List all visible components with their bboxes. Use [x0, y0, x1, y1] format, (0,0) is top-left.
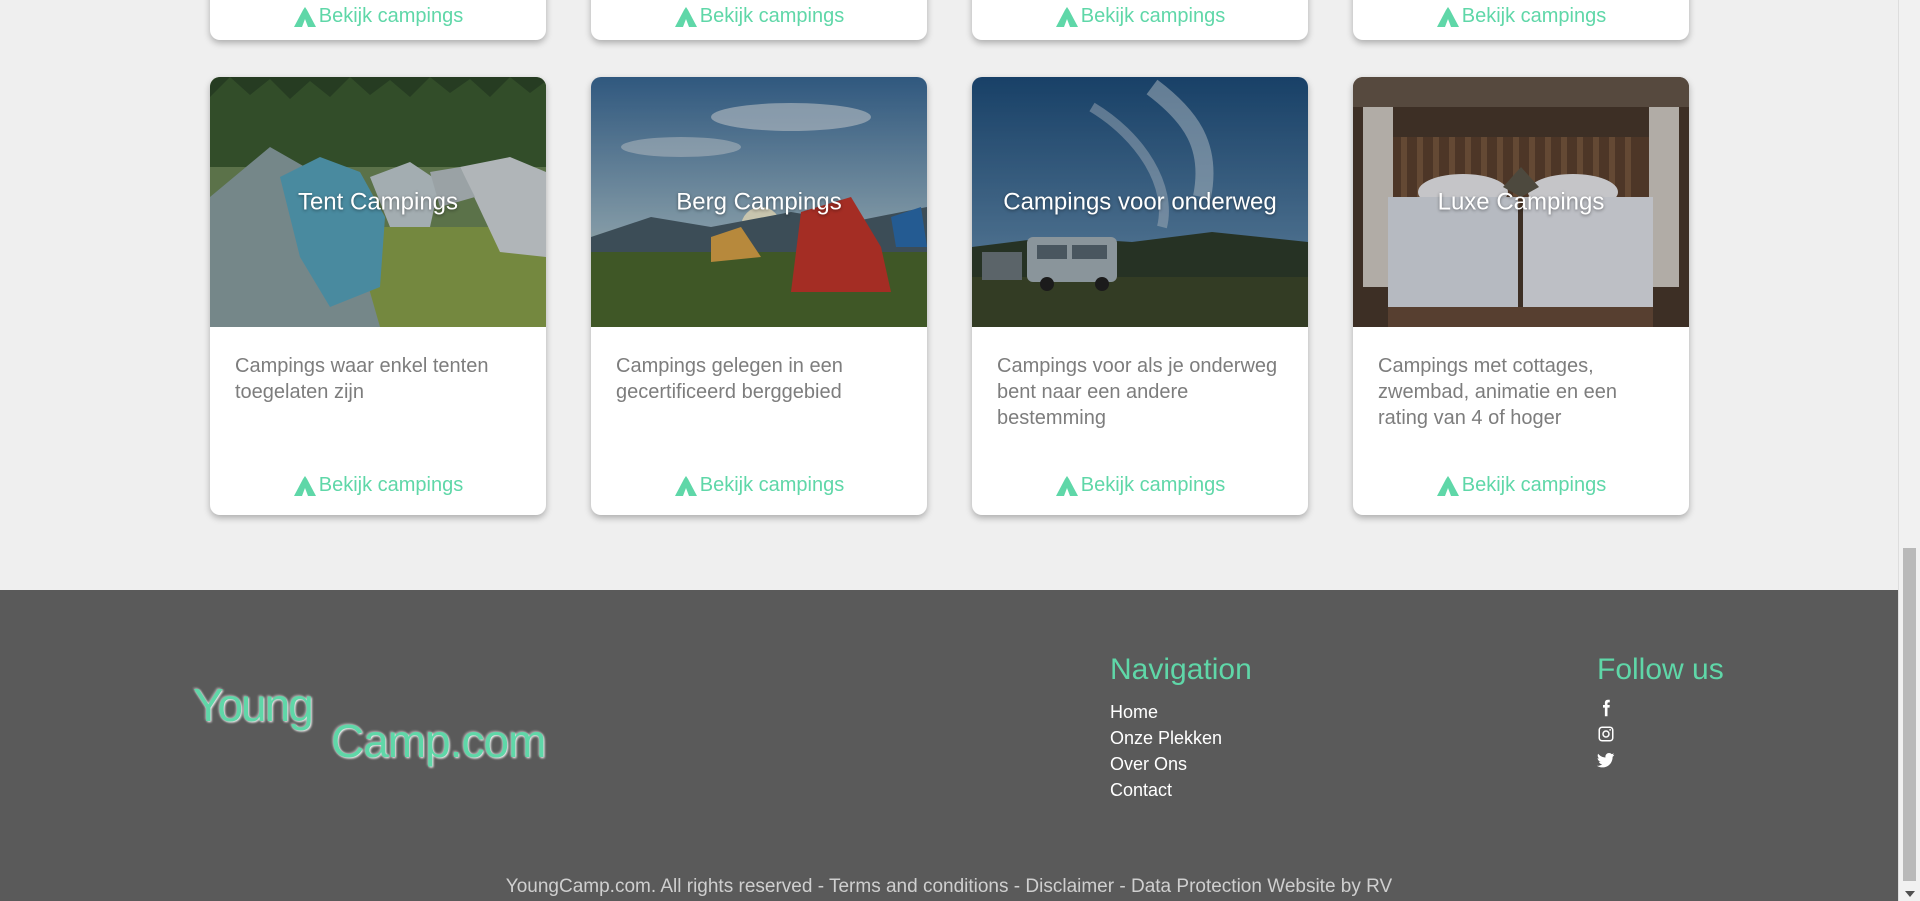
logo-line-2: Camp.com	[331, 715, 546, 767]
card-description: Campings voor als je onderweg bent naar …	[997, 355, 1278, 429]
card-description: Campings gelegen in een gecertificeerd b…	[616, 355, 843, 403]
tent-campings-image[interactable]: Tent Campings	[210, 77, 546, 327]
footer-navigation: Navigation Home Onze Plekken Over Ons Co…	[1110, 653, 1252, 803]
tent-icon	[293, 6, 316, 27]
category-card-tent: Tent Campings Campings waar enkel tenten…	[210, 77, 546, 515]
card-description: Campings met cottages, zwembad, animatie…	[1378, 355, 1618, 429]
nav-link-onze-plekken[interactable]: Onze Plekken	[1110, 725, 1252, 751]
bekijk-campings-link[interactable]: Bekijk campings	[210, 474, 546, 497]
bekijk-campings-link[interactable]: Bekijk campings	[210, 5, 546, 28]
bekijk-campings-link[interactable]: Bekijk campings	[972, 474, 1308, 497]
separator: -	[1008, 876, 1026, 897]
category-card-top: Bekijk campings	[591, 0, 927, 40]
logo-line-1: Young	[193, 679, 314, 731]
link-label: Bekijk campings	[318, 5, 464, 27]
site-logo[interactable]: Young Camp.com	[193, 678, 613, 778]
follow-us-title: Follow us	[1597, 653, 1724, 686]
tent-icon	[1055, 475, 1078, 496]
data-protection-link[interactable]: Data Protection	[1131, 876, 1262, 897]
card-title: Campings voor onderweg	[1003, 188, 1277, 216]
category-card-luxe: Luxe Campings Campings met cottages, zwe…	[1353, 77, 1689, 515]
bekijk-campings-link[interactable]: Bekijk campings	[591, 5, 927, 28]
vertical-scrollbar[interactable]	[1898, 0, 1920, 901]
link-label: Bekijk campings	[699, 5, 845, 27]
copyright-text: YoungCamp.com. All rights reserved	[505, 876, 813, 897]
tent-icon	[674, 6, 697, 27]
onderweg-campings-image[interactable]: Campings voor onderweg	[972, 77, 1308, 327]
footer-follow-us: Follow us	[1596, 653, 1724, 777]
link-label: Bekijk campings	[1080, 5, 1226, 27]
card-title: Berg Campings	[676, 188, 842, 216]
luxe-campings-image[interactable]: Luxe Campings	[1353, 77, 1689, 327]
category-card-berg: Berg Campings Campings gelegen in een ge…	[591, 77, 927, 515]
nav-link-home[interactable]: Home	[1110, 699, 1252, 725]
bekijk-campings-link[interactable]: Bekijk campings	[972, 5, 1308, 28]
navigation-title: Navigation	[1110, 653, 1252, 686]
scroll-down-arrow-icon[interactable]	[1905, 891, 1915, 897]
tent-icon	[1055, 6, 1078, 27]
facebook-icon[interactable]	[1597, 699, 1617, 719]
link-label: Bekijk campings	[1461, 474, 1607, 496]
nav-link-contact[interactable]: Contact	[1110, 777, 1252, 803]
tent-icon	[1436, 475, 1459, 496]
instagram-icon[interactable]	[1597, 725, 1617, 745]
card-title: Tent Campings	[297, 188, 459, 216]
tent-icon	[674, 475, 697, 496]
link-label: Bekijk campings	[699, 474, 845, 496]
nav-link-over-ons[interactable]: Over Ons	[1110, 751, 1252, 777]
bekijk-campings-link[interactable]: Bekijk campings	[1353, 474, 1689, 497]
category-card-top: Bekijk campings	[1353, 0, 1689, 40]
disclaimer-link[interactable]: Disclaimer	[1025, 876, 1114, 897]
card-title: Luxe Campings	[1437, 188, 1605, 216]
website-credit: Website by RV	[1261, 876, 1393, 897]
category-card-onderweg: Campings voor onderweg Campings voor als…	[972, 77, 1308, 515]
terms-link[interactable]: Terms and conditions	[829, 876, 1009, 897]
bekijk-campings-link[interactable]: Bekijk campings	[591, 474, 927, 497]
twitter-icon[interactable]	[1596, 751, 1617, 771]
link-label: Bekijk campings	[1461, 5, 1607, 27]
scrollbar-thumb[interactable]	[1903, 548, 1916, 881]
card-description: Campings waar enkel tenten toegelaten zi…	[235, 355, 489, 403]
tent-icon	[1436, 6, 1459, 27]
separator: -	[1114, 876, 1131, 897]
copyright-bar: YoungCamp.com. All rights reserved - Ter…	[0, 876, 1898, 898]
link-label: Bekijk campings	[318, 474, 464, 496]
separator: -	[812, 876, 829, 897]
tent-icon	[293, 475, 316, 496]
berg-campings-image[interactable]: Berg Campings	[591, 77, 927, 327]
category-card-top: Bekijk campings	[210, 0, 546, 40]
link-label: Bekijk campings	[1080, 474, 1226, 496]
footer: Young Camp.com Navigation Home Onze Plek…	[0, 590, 1898, 901]
bekijk-campings-link[interactable]: Bekijk campings	[1353, 5, 1689, 28]
category-card-top: Bekijk campings	[972, 0, 1308, 40]
